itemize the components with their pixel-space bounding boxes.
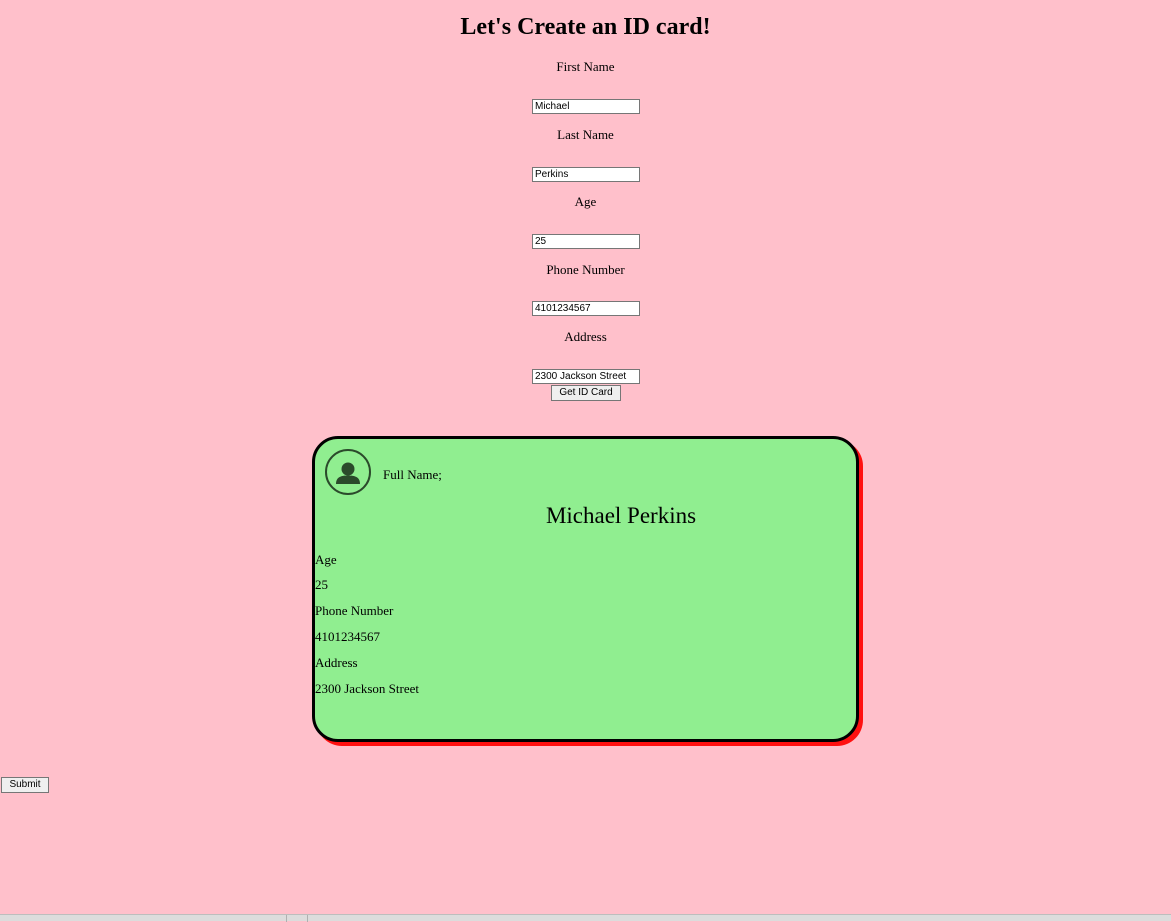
card-address-label: Address xyxy=(315,655,358,670)
card-age-value: 25 xyxy=(315,577,328,592)
card-age-label: Age xyxy=(315,552,337,567)
card-phone-value: 4101234567 xyxy=(315,629,380,644)
card-address-value: 2300 Jackson Street xyxy=(315,681,419,696)
first-name-label: First Name xyxy=(556,59,615,74)
last-name-input[interactable] xyxy=(532,167,640,182)
phone-input[interactable] xyxy=(532,301,640,316)
card-phone-label: Phone Number xyxy=(315,603,394,618)
id-card: Full Name; Michael Perkins Age 25 Phone … xyxy=(312,436,859,742)
window-status-strip xyxy=(0,914,1171,922)
phone-label: Phone Number xyxy=(546,262,625,277)
full-name-label: Full Name; xyxy=(383,467,442,482)
last-name-label: Last Name xyxy=(557,127,614,142)
submit-button[interactable]: Submit xyxy=(1,777,49,793)
page-title: Let's Create an ID card! xyxy=(460,14,711,40)
age-input[interactable] xyxy=(532,234,640,249)
get-id-card-button[interactable]: Get ID Card xyxy=(551,385,621,401)
address-input[interactable] xyxy=(532,369,640,384)
user-icon xyxy=(325,449,371,495)
full-name-value: Michael Perkins xyxy=(545,503,697,528)
age-label: Age xyxy=(574,194,597,209)
first-name-input[interactable] xyxy=(532,99,640,114)
address-label: Address xyxy=(564,329,607,344)
